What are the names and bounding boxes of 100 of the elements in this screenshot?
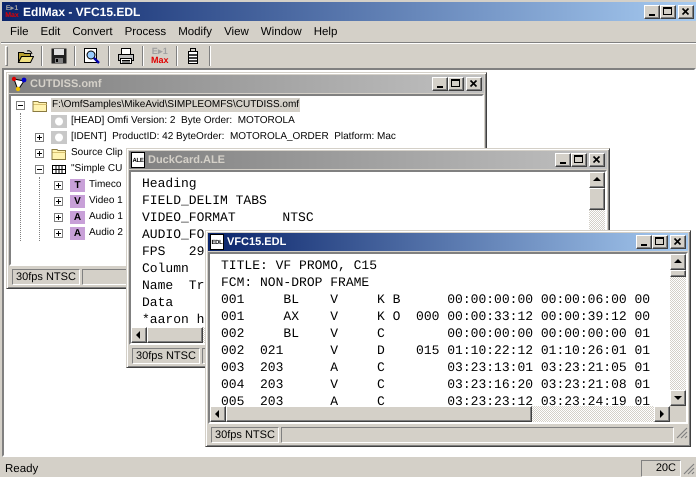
scroll-right-button[interactable]: [654, 406, 670, 422]
window-title: VFC15.EDL: [227, 236, 288, 248]
tree-item[interactable]: Audio 2: [88, 226, 124, 240]
window-title: DuckCard.ALE: [148, 154, 226, 166]
status-panel: 30fps NTSC: [12, 269, 80, 285]
minimize-button[interactable]: [432, 77, 448, 91]
text-line: FIELD_DELIM TABS: [142, 192, 267, 209]
horizontal-scrollbar[interactable]: [131, 327, 205, 343]
text-line: *aaron h: [142, 311, 204, 327]
window-title: CUTDISS.omf: [30, 78, 102, 90]
text-line: FCM: NON-DROP FRAME: [221, 274, 370, 291]
status-panel: 20C: [641, 460, 681, 477]
expand-toggle[interactable]: [54, 180, 63, 190]
tree-item[interactable]: [HEAD] Omfi Version: 2 Byte Order: MOTOROLA: [70, 114, 296, 128]
folder-icon: [17, 48, 34, 64]
text-line: Data: [142, 294, 174, 311]
tree-item[interactable]: Audio 1: [88, 210, 124, 224]
printer-icon: [117, 48, 135, 64]
size-grip[interactable]: [683, 462, 695, 474]
status-message: Ready: [5, 462, 40, 474]
expand-toggle[interactable]: [54, 196, 63, 206]
tree-item[interactable]: F:\OmfSamples\MikeAvid\SIMPLEOMFS\CUTDISS.omf: [51, 98, 300, 112]
maximize-icon: [661, 6, 675, 18]
menu-item[interactable]: Help: [308, 24, 344, 40]
close-button[interactable]: [466, 77, 482, 91]
vertical-scrollbar[interactable]: [589, 172, 605, 230]
text-line: Name Tr: [142, 277, 204, 294]
text-line: 001 AX V K O 000 00:00:33:12 00:00:39:12 00: [221, 308, 650, 325]
text-line: FPS 29: [142, 243, 204, 260]
text-line: 002 021 V D 015 01:10:22:12 01:10:26:01 01: [221, 342, 650, 359]
maximize-button[interactable]: [660, 4, 676, 18]
status-panel: 30fps NTSC: [132, 348, 200, 364]
battery-icon: [187, 48, 200, 64]
expand-toggle[interactable]: [35, 132, 44, 142]
track-badge: A: [70, 210, 85, 224]
text-line: 004 203 V C 03:23:16:20 03:23:21:08 01: [221, 376, 650, 393]
tree-item[interactable]: Video 1: [88, 194, 124, 208]
close-button[interactable]: [670, 235, 686, 249]
maximize-button[interactable]: [652, 235, 668, 249]
text-line: 003 203 A C 03:23:13:01 03:23:21:05 01: [221, 359, 650, 376]
scroll-down-button[interactable]: [670, 390, 686, 406]
expand-toggle[interactable]: [16, 100, 25, 110]
horizontal-scrollbar[interactable]: [210, 406, 670, 422]
grid-icon: [51, 162, 67, 176]
scroll-up-button[interactable]: [589, 172, 605, 188]
text-line: TITLE: VF PROMO, C15: [221, 257, 378, 274]
app-title: EdlMax - VFC15.EDL: [23, 4, 142, 18]
menu-item[interactable]: View: [218, 24, 255, 40]
folder-icon: [51, 146, 67, 160]
track-badge: V: [70, 194, 85, 208]
menu-item[interactable]: File: [4, 24, 35, 40]
text-line: AUDIO_FO: [142, 226, 204, 243]
expand-toggle[interactable]: [54, 212, 63, 222]
minimize-button[interactable]: [636, 235, 652, 249]
tree-item[interactable]: "Simple CU: [70, 162, 124, 176]
tree-item[interactable]: [IDENT] ProductID: 42 ByteOrder: MOTOROLA_ORDER Platform: Mac: [70, 130, 397, 144]
menu-item[interactable]: Edit: [34, 24, 66, 40]
expand-toggle[interactable]: [54, 228, 63, 238]
text-line: VIDEO_FORMAT NTSC: [142, 209, 314, 226]
scroll-thumb[interactable]: [670, 270, 686, 277]
close-button[interactable]: [589, 153, 605, 167]
minimize-icon: [560, 162, 566, 164]
scrollbar-corner: [670, 406, 686, 422]
scroll-up-button[interactable]: [670, 254, 686, 270]
text-line: Heading: [142, 175, 197, 192]
menu-item[interactable]: Convert: [66, 24, 119, 40]
triangle-icon: [11, 76, 27, 92]
scroll-thumb[interactable]: [226, 406, 532, 422]
text-line: 005 203 A C 03:23:23:12 03:23:24:19 01: [221, 393, 650, 406]
minimize-button[interactable]: [555, 153, 571, 167]
text-line: Column: [142, 260, 189, 277]
scroll-thumb[interactable]: [589, 188, 605, 210]
menu-item[interactable]: Modify: [172, 24, 218, 40]
close-button[interactable]: [678, 4, 694, 18]
folder-icon: [32, 98, 48, 112]
tree-item[interactable]: Source Clip: [70, 146, 124, 160]
scroll-left-button[interactable]: [131, 327, 147, 343]
minimize-button[interactable]: [644, 4, 660, 18]
track-badge: T: [70, 178, 85, 192]
text-line: 001 BL V K B 00:00:00:00 00:00:06:00 00: [221, 291, 650, 308]
maximize-button[interactable]: [571, 153, 587, 167]
vertical-scrollbar[interactable]: [670, 254, 686, 406]
track-badge: A: [70, 226, 85, 240]
tree-item[interactable]: Timeco: [88, 178, 122, 192]
minimize-icon: [649, 14, 655, 16]
maximize-icon: [653, 236, 667, 248]
menu-item[interactable]: Process: [118, 24, 172, 40]
maximize-icon: [449, 78, 463, 90]
size-grip[interactable]: [676, 427, 688, 439]
maximize-button[interactable]: [448, 77, 464, 91]
expand-toggle[interactable]: [35, 148, 44, 158]
expand-toggle[interactable]: [35, 164, 44, 174]
minimize-icon: [641, 244, 647, 246]
status-panel: 30fps NTSC: [211, 427, 279, 443]
scroll-thumb[interactable]: [147, 327, 203, 343]
magnifier-icon: [83, 47, 101, 65]
logo-text: Max: [151, 56, 169, 65]
menu-item[interactable]: Window: [254, 24, 308, 40]
maximize-icon: [572, 154, 586, 166]
scroll-left-button[interactable]: [210, 406, 226, 422]
